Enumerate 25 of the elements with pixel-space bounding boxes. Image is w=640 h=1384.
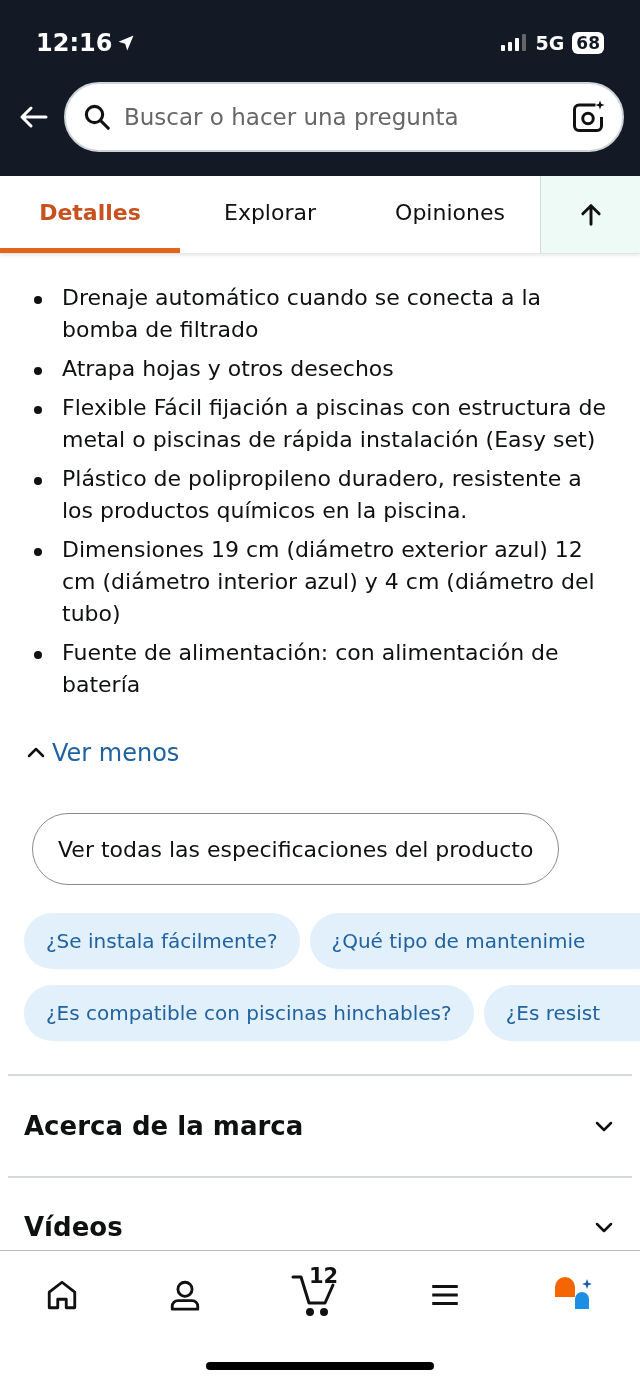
question-chip[interactable]: ¿Es compatible con piscinas hinchables?	[24, 985, 474, 1041]
search-input[interactable]: Buscar o hacer una pregunta	[124, 99, 558, 135]
search-bar[interactable]: Buscar o hacer una pregunta	[64, 82, 624, 152]
feature-text: Atrapa hojas y otros desechos	[62, 355, 395, 383]
cart-count: 12	[308, 1263, 339, 1290]
see-less-link[interactable]: Ver menos	[52, 735, 180, 771]
search-icon	[82, 102, 112, 132]
feature-text: Fuente de alimentación: con alimentación de batería	[62, 639, 560, 699]
question-chip[interactable]: ¿Qué tipo de mantenimie	[309, 913, 640, 969]
feature-text: Plástico de polipropileno duradero, resistente a los productos químicos en la piscina.	[62, 465, 583, 525]
feature-text: Drenaje automático cuando se conecta a la bomba de filtrado	[62, 284, 542, 344]
tab[interactable]: Detalles	[0, 176, 180, 253]
feature-text: Dimensiones 19 cm (diámetro exterior azul) 12 cm (diámetro interior azul) y 4 cm (diámetro del tubo)	[62, 536, 596, 628]
status-time: 12:16	[36, 28, 113, 59]
question-chip[interactable]: ¿Se instala fácilmente?	[24, 913, 300, 969]
signal-icon	[499, 34, 528, 52]
section-title[interactable]: Acerca de la marca	[24, 1106, 304, 1146]
question-chip[interactable]: ¿Es resist	[483, 985, 640, 1041]
section-title[interactable]: Vídeos	[24, 1207, 123, 1247]
tab[interactable]: Opiniones	[360, 176, 540, 253]
camera-icon[interactable]	[570, 99, 606, 135]
tab[interactable]: Explorar	[180, 176, 360, 253]
feature-text: Flexible Fácil fijación a piscinas con estructura de metal o piscinas de rápida instalación (Easy set)	[62, 394, 608, 454]
battery-indicator: 68	[572, 32, 604, 54]
network-label: 5G	[535, 30, 565, 56]
